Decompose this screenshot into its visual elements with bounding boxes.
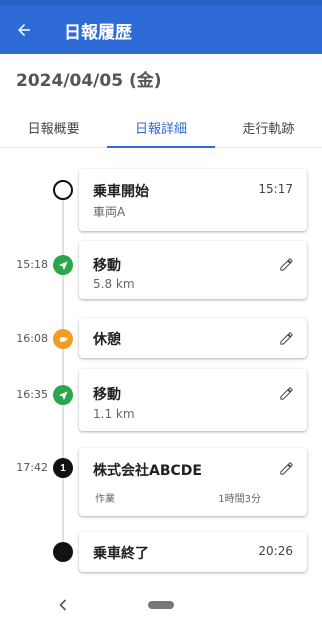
timeline-card-move[interactable]: 移動 5.8 km [79,241,307,299]
card-title: 乗車開始 [93,184,149,200]
start-marker-icon [53,180,73,200]
card-subtitle: 車両A [93,205,126,219]
tab-track[interactable]: 走行軌跡 [215,108,322,147]
timeline-line [62,188,64,552]
end-marker-icon [53,542,73,562]
nav-back-icon[interactable] [56,596,70,614]
card-time: 15:17 [258,182,293,196]
app-bar: 日報履歴 [0,6,322,54]
navigation-icon [53,385,73,405]
card-title: 休憩 [93,332,121,348]
card-subtitle: 1.1 km [93,407,135,421]
card-title: 乗車終了 [93,546,149,562]
timeline-time: 16:35 [16,388,48,401]
arrow-left-icon [18,24,30,36]
work-duration: 1時間3分 [218,494,261,505]
system-nav-bar [0,590,322,620]
timeline-card-ride-start[interactable]: 乗車開始 15:17 車両A [79,169,307,231]
timeline-card-ride-end[interactable]: 乗車終了 20:26 [79,532,307,572]
back-button[interactable] [0,6,48,54]
page-title: 日報履歴 [64,22,132,43]
timeline-time: 16:08 [16,332,48,345]
timeline-card-move[interactable]: 移動 1.1 km [79,369,307,431]
navigation-icon [53,255,73,275]
card-time: 20:26 [258,544,293,558]
edit-pencil-icon[interactable] [277,384,295,402]
card-title: 移動 [93,258,121,274]
card-title: 移動 [93,387,121,403]
work-label: 作業 [95,494,115,505]
edit-pencil-icon[interactable] [277,329,295,347]
rest-icon [53,329,73,349]
timeline-card-visit[interactable]: 株式会社ABCDE 作業 1時間3分 [79,448,307,516]
numbered-stop-icon: 1 [53,458,73,478]
tab-summary[interactable]: 日報概要 [0,108,107,147]
card-subtitle: 5.8 km [93,277,135,291]
card-title: 株式会社ABCDE [93,463,202,479]
tab-bar: 日報概要 日報詳細 走行軌跡 [0,108,322,148]
tab-details[interactable]: 日報詳細 [107,108,215,148]
nav-home-pill[interactable] [148,601,174,609]
timeline-time: 17:42 [16,461,48,474]
edit-pencil-icon[interactable] [277,255,295,273]
edit-pencil-icon[interactable] [277,459,295,477]
timeline-card-rest[interactable]: 休憩 [79,318,307,358]
timeline-time: 15:18 [16,258,48,271]
date-header: 2024/04/05 (金) [16,71,162,91]
